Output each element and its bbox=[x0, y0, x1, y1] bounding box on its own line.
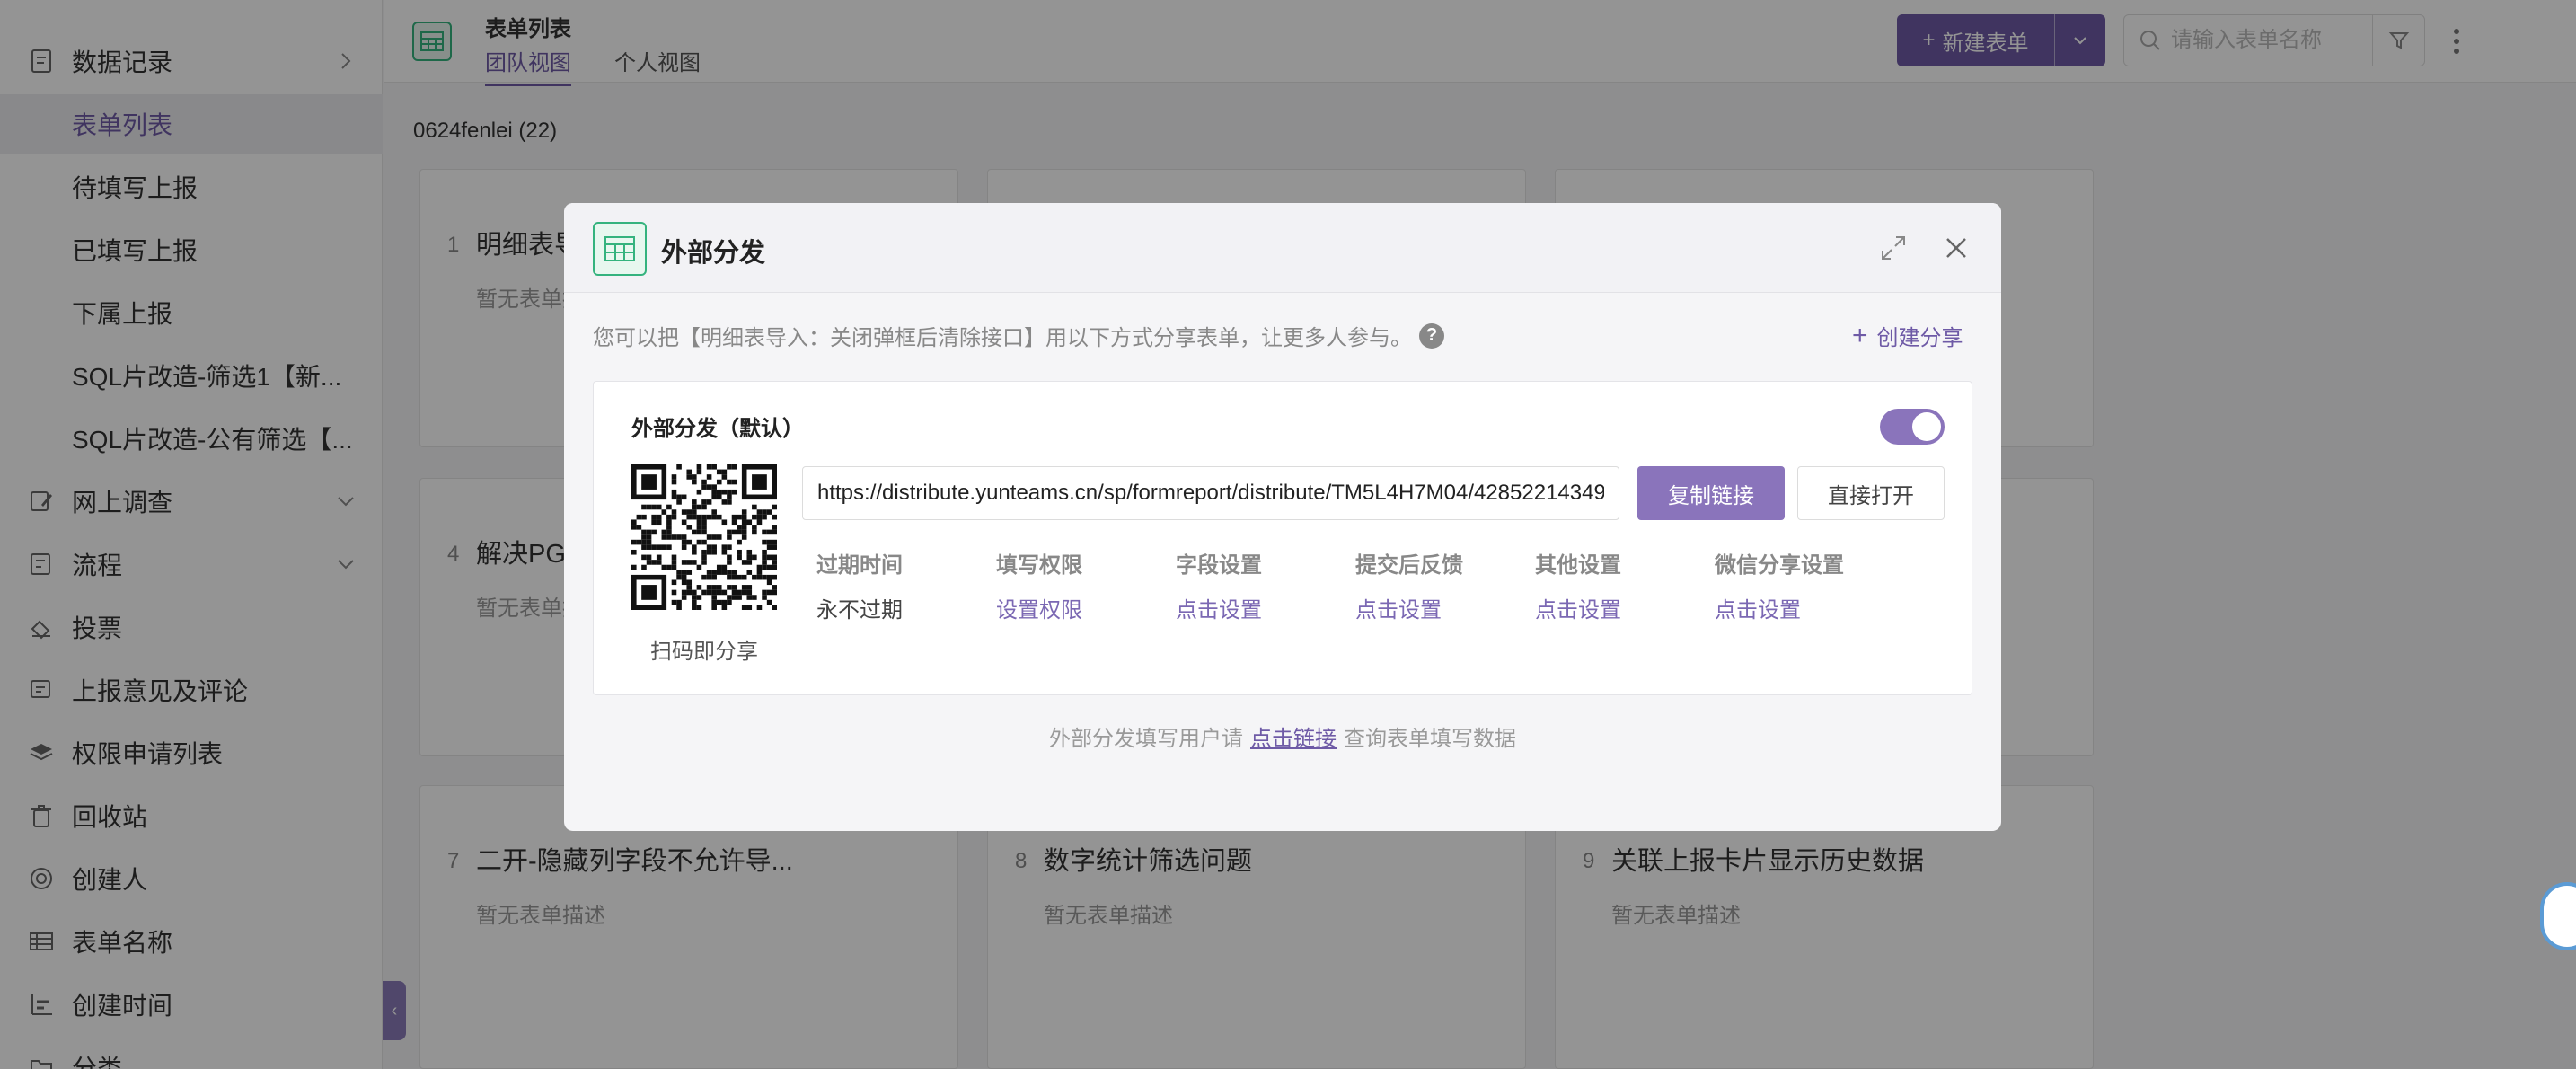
dialog-footer: 外部分发填写用户请 点击链接 查询表单填写数据 bbox=[564, 720, 2001, 752]
dialog-header: 外部分发 bbox=[564, 203, 2001, 293]
share-panel-title: 外部分发（默认） bbox=[631, 417, 804, 441]
other-settings-link[interactable]: 点击设置 bbox=[1535, 592, 1621, 623]
create-share-button[interactable]: + 创建分享 bbox=[1852, 320, 1963, 351]
external-share-dialog: 外部分发 您可以把【明细表导入：关闭弹框后清除接口】用以下方式分享表单，让更多人… bbox=[564, 203, 2001, 831]
wechat-settings-link[interactable]: 点击设置 bbox=[1715, 592, 1801, 623]
share-hint-text: 您可以把【明细表导入：关闭弹框后清除接口】用以下方式分享表单，让更多人参与。 bbox=[593, 326, 1412, 350]
toggle-knob bbox=[1912, 412, 1941, 441]
close-icon[interactable] bbox=[1942, 234, 1971, 262]
plus-icon: + bbox=[1852, 320, 1868, 350]
floating-bug-button[interactable] bbox=[2540, 882, 2576, 950]
dialog-title: 外部分发 bbox=[661, 239, 766, 268]
footer-query-link[interactable]: 点击链接 bbox=[1250, 727, 1337, 751]
feedback-settings-link[interactable]: 点击设置 bbox=[1355, 592, 1442, 623]
share-url-field[interactable] bbox=[802, 466, 1619, 520]
open-directly-button[interactable]: 直接打开 bbox=[1797, 466, 1945, 520]
qr-caption: 扫码即分享 bbox=[650, 640, 758, 664]
copy-link-button[interactable]: 复制链接 bbox=[1637, 466, 1785, 520]
footer-suffix: 查询表单填写数据 bbox=[1344, 727, 1516, 751]
setting-value-expiry: 永不过期 bbox=[816, 598, 903, 623]
setting-header-wechat: 微信分享设置 bbox=[1715, 553, 1844, 578]
share-enabled-toggle[interactable] bbox=[1880, 409, 1945, 445]
share-hint: 您可以把【明细表导入：关闭弹框后清除接口】用以下方式分享表单，让更多人参与。 ? bbox=[593, 320, 1444, 351]
footer-prefix: 外部分发填写用户请 bbox=[1049, 727, 1243, 751]
table-icon bbox=[593, 222, 647, 276]
help-icon[interactable]: ? bbox=[1419, 322, 1444, 349]
set-permission-link[interactable]: 设置权限 bbox=[996, 592, 1082, 623]
expand-icon[interactable] bbox=[1879, 234, 1908, 262]
setting-header-expiry: 过期时间 bbox=[816, 553, 903, 578]
share-panel: 外部分发（默认） 扫码即分享 复制链接 直接打开 过期时间 永不过期 填写权限 … bbox=[593, 381, 1972, 695]
create-share-label: 创建分享 bbox=[1876, 326, 1963, 350]
setting-header-feedback: 提交后反馈 bbox=[1355, 553, 1463, 578]
setting-header-other: 其他设置 bbox=[1535, 553, 1621, 578]
field-settings-link[interactable]: 点击设置 bbox=[1176, 592, 1262, 623]
setting-header-fields: 字段设置 bbox=[1176, 553, 1262, 578]
qr-code bbox=[631, 464, 777, 610]
setting-header-fill-permission: 填写权限 bbox=[996, 553, 1082, 578]
